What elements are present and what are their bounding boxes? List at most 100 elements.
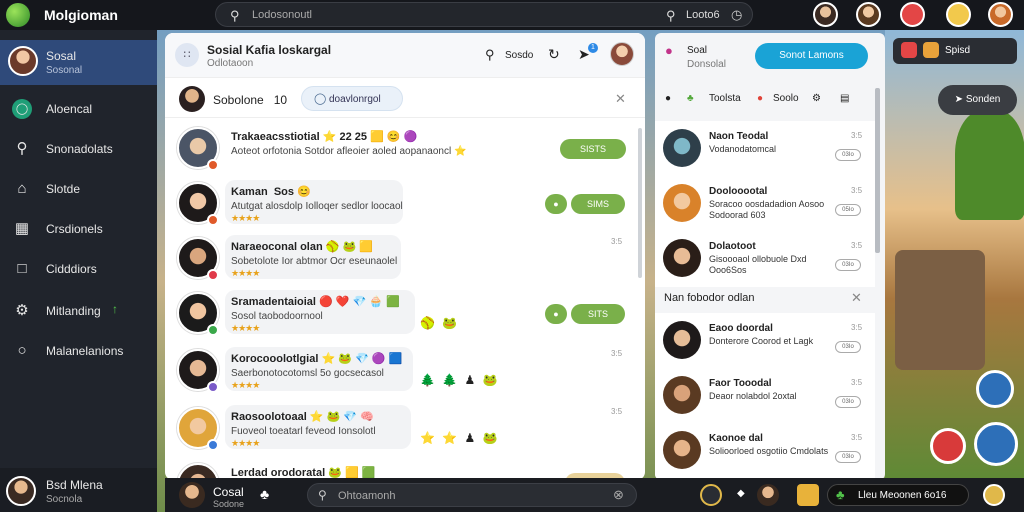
list-item[interactable]: Raosoolotoaal ⭐ 🐸 💎 🧠 Fuoveol toeatarl f… (165, 401, 635, 459)
gift-button[interactable] (930, 428, 966, 464)
contact-card[interactable]: Dolaotoot Gisoooaol ollobuole Dxd Ooo6So… (655, 231, 875, 287)
status-badge[interactable]: ♣ Lleu Meoonen 6o16 (827, 484, 969, 506)
chevron-icon[interactable]: ◆ (737, 488, 745, 499)
chat-search-input[interactable]: ⚲ Ohtoamonh ⊗ (307, 483, 637, 507)
avatar[interactable] (179, 482, 205, 508)
page-title: Sosial Kafia loskargal (207, 43, 332, 57)
item-desc: Sosol taobodoornool (231, 311, 323, 322)
sidebar-item-label: Snonadolats (46, 142, 113, 156)
clock-icon[interactable]: ◷ (731, 7, 742, 23)
avatar[interactable] (813, 2, 838, 27)
contact-name: Kaonoe dal (709, 433, 763, 444)
avatar (179, 86, 205, 112)
game-status-chip[interactable]: Spisd (893, 38, 1017, 64)
list-item[interactable]: Korocooolotlgial ⭐ 🐸 💎 🟣 🟦 Saerbonotocot… (165, 343, 635, 401)
timestamp: 3:5 (851, 323, 863, 332)
mail-icon[interactable] (797, 484, 819, 506)
toggle[interactable]: 03Io (835, 451, 861, 463)
mini-button[interactable]: ● (545, 194, 567, 214)
search-label[interactable]: Sosdo (505, 50, 533, 61)
chat-bubble-button[interactable] (976, 370, 1014, 408)
avatar[interactable] (757, 484, 779, 506)
sidebar-item[interactable]: ○ Malanelanions (0, 332, 157, 368)
search-icon[interactable]: ⚲ (485, 47, 495, 63)
puzzle-icon[interactable]: ♣ (260, 486, 269, 502)
sidebar-item[interactable]: □ Cidddiors (0, 250, 157, 286)
close-icon[interactable]: ✕ (851, 290, 862, 306)
tab-soolo[interactable]: Soolo (773, 93, 799, 104)
contact-card[interactable]: Doolooootal Soracoo oosdadadion Aosoo So… (655, 176, 875, 232)
action-button[interactable]: SITS (571, 304, 625, 324)
shield-icon[interactable] (700, 484, 722, 506)
sidebar-item[interactable]: ⌂ Slotde (0, 170, 157, 206)
settings-icon[interactable]: ⚙ (812, 93, 821, 104)
logo-icon (6, 3, 30, 27)
item-desc: Sobetolote Ior abtmor Ocr eseunaolel (231, 256, 398, 267)
sidebar-item[interactable]: ⚲ Snonadolats (0, 130, 157, 166)
game-chip-label: Spisd (945, 45, 971, 56)
avatar (8, 46, 38, 76)
avatar[interactable] (610, 42, 634, 66)
item-name: Trakaeacsstiotial ⭐ 22 25 🟨 😊 🟣 (231, 131, 418, 143)
list-item[interactable]: Sramadentaioial 🔴 ❤️ 💎 🧁 🟩 Sosol taobodo… (165, 286, 635, 344)
toggle[interactable]: 05Io (835, 204, 861, 216)
sidebar-footer-user[interactable]: Bsd Mlena Socnola (0, 468, 157, 512)
contact-desc: Deaor nolabdol 2oxtal (709, 391, 797, 401)
search-icon[interactable]: ⚲ (666, 8, 676, 24)
avatar[interactable] (856, 2, 881, 27)
toggle[interactable]: 03Io (835, 149, 861, 161)
item-extras: 🔴 ❤️ 💎 🧁 🟩 (319, 296, 400, 308)
main-panel: ∷ Sosial Kafia loskargal Odlotaoon ⚲ Sos… (165, 33, 645, 480)
bell-icon[interactable] (946, 2, 971, 27)
contact-card[interactable]: Faor Tooodal Deaor nolabdol 2oxtal 3:5 0… (655, 368, 875, 424)
refresh-icon[interactable]: ↻ (548, 46, 560, 63)
contact-card[interactable]: Eaoo doordal Donterore Coorod et Lagk 3:… (655, 313, 875, 369)
contact-card[interactable]: Kaonoe dal Solioorloed osgotiio Cmdolats… (655, 423, 875, 479)
sidebar-item[interactable]: ◯ Aloencal (0, 90, 157, 126)
user-icon: ● (665, 93, 672, 104)
contact-card[interactable]: Naon Teodal Vodanodatomcal 3:5 03Io (655, 121, 875, 177)
star-rating: ★★★★ (231, 438, 260, 448)
list-item[interactable]: Lerdad orodoratal 🐸 🟨 🟩 (165, 457, 635, 480)
scrollbar[interactable] (638, 128, 642, 278)
list-item[interactable]: Trakaeacsstiotial ⭐ 22 25 🟨 😊 🟣 Aoteot o… (165, 121, 635, 179)
contact-desc: Soracoo oosdadadion Aosoo Sodoorad 603 (709, 199, 825, 220)
chat-icon: ○ (17, 342, 27, 359)
game-action-button[interactable]: ➤ Sonden (938, 85, 1017, 115)
action-button[interactable]: SISTS (560, 139, 626, 159)
scrollbar[interactable] (875, 88, 880, 253)
toggle[interactable]: 03Io (835, 259, 861, 271)
document-icon[interactable]: ▤ (840, 93, 849, 104)
status-badge (207, 381, 219, 393)
avatar[interactable] (988, 2, 1013, 27)
sidebar-item[interactable]: ▦ Crsdionels (0, 210, 157, 246)
settings-icon[interactable] (983, 484, 1005, 506)
contact-desc: Vodanodatomcal (709, 144, 777, 154)
item-desc: Saerbonotocotomsl 5o gocsecasol (231, 368, 384, 379)
item-extras: ⭐ 22 25 🟨 😊 🟣 (322, 131, 418, 143)
status-badge (207, 214, 219, 226)
grid-icon[interactable]: ∷ (175, 43, 199, 67)
tools-button[interactable] (974, 422, 1018, 466)
mini-button[interactable]: ● (545, 304, 567, 324)
gift-icon[interactable] (900, 2, 925, 27)
sidebar-user[interactable]: Sosal Sosonal (0, 40, 157, 85)
close-icon[interactable]: ✕ (615, 91, 626, 107)
action-button[interactable]: SIMS (571, 194, 625, 214)
item-extras: 🥎 🐸 🟨 (325, 241, 373, 253)
tab-toolsta[interactable]: Toolsta (709, 93, 741, 104)
right-panel-title: Soal (687, 45, 708, 56)
toggle[interactable]: 03Io (835, 396, 861, 408)
filter-pill[interactable]: ◯ doavlonrgol (301, 86, 403, 111)
info-pill-button[interactable]: Sonot Lamons (755, 43, 868, 69)
close-icon[interactable]: ⊗ (613, 487, 624, 503)
timestamp: 3:5 (851, 186, 863, 195)
sidebar-item[interactable]: ⚙ Mitlanding ↑ (0, 292, 157, 328)
top-search-bar[interactable]: ⚲ Lodosonoutl ⚲ Looto6 ◷ (215, 2, 753, 27)
sidebar-footer-name: Bsd Mlena (46, 478, 103, 492)
search-right-text: Looto6 (686, 9, 720, 21)
item-extras: Sos 😊 (273, 186, 311, 198)
list-item[interactable]: Naraeoconal olan 🥎 🐸 🟨 Sobetolote Ior ab… (165, 231, 635, 289)
toggle[interactable]: 03Io (835, 341, 861, 353)
list-item[interactable]: Kaman Sos 😊 Atutgat alosdolp Iolloqer se… (165, 176, 635, 234)
